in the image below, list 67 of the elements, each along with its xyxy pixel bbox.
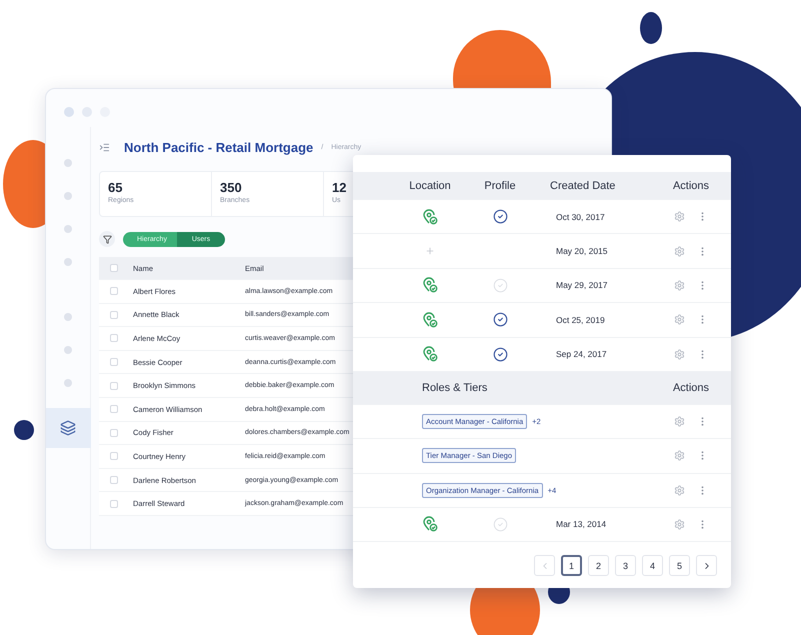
settings-icon[interactable]	[674, 416, 685, 428]
row-checkbox[interactable]	[110, 382, 118, 390]
row-checkbox[interactable]	[110, 310, 118, 319]
plus-icon	[425, 246, 435, 256]
check-circle-icon	[492, 312, 508, 328]
row-checkbox[interactable]	[110, 500, 118, 508]
row-checkbox[interactable]	[110, 334, 118, 342]
date-cell-text: May 20, 2015	[555, 246, 609, 256]
settings-icon[interactable]	[674, 450, 685, 462]
stat-value: 350	[220, 180, 243, 195]
row-checkbox[interactable]	[110, 287, 118, 296]
settings-icon[interactable]	[674, 280, 685, 291]
settings-icon[interactable]	[674, 246, 685, 257]
column-header: Actions	[672, 180, 710, 192]
filter-button[interactable]	[99, 231, 115, 247]
page-title: North Pacific - Retail Mortgage	[124, 140, 314, 154]
sidebar-dot[interactable]	[64, 159, 72, 167]
check-circle-icon	[492, 346, 508, 362]
row-checkbox[interactable]	[110, 428, 118, 437]
settings-icon[interactable]	[674, 518, 685, 530]
layers-icon	[60, 420, 76, 436]
column-header: Created Date	[549, 180, 616, 192]
sidebar-dot[interactable]	[64, 379, 72, 387]
date-cell-text: Oct 25, 2019	[555, 314, 606, 325]
page-button[interactable]: 2	[588, 555, 609, 576]
next-page-button[interactable]	[696, 555, 717, 576]
location-pin-check-icon	[422, 346, 438, 362]
sidebar-dot[interactable]	[64, 313, 72, 321]
menu-icon[interactable]	[99, 142, 110, 152]
settings-icon[interactable]	[674, 314, 685, 326]
location-pin-check-icon	[422, 312, 438, 328]
date-cell-text: Oct 30, 2017	[555, 212, 606, 222]
select-all-checkbox[interactable]	[110, 264, 118, 272]
location-pin-check-icon	[422, 516, 438, 532]
decorative-blob	[14, 420, 34, 440]
check-circle-icon	[492, 278, 508, 293]
date-cell-text: Mar 13, 2014	[555, 519, 608, 530]
column-header: Profile	[483, 180, 517, 192]
location-pin-check-icon	[422, 208, 438, 225]
sidebar-dot[interactable]	[64, 225, 72, 233]
check-circle-icon	[492, 209, 508, 224]
stat-value: 65	[108, 180, 124, 195]
page-button[interactable]: 3	[615, 555, 636, 576]
page-button[interactable]: 4	[642, 555, 663, 576]
page-button[interactable]: 1	[561, 555, 582, 576]
location-pin-check-icon	[422, 277, 438, 294]
settings-icon[interactable]	[674, 211, 685, 222]
column-header: Location	[408, 180, 452, 192]
date-cell-text: May 29, 2017	[555, 280, 609, 290]
row-checkbox[interactable]	[110, 476, 118, 484]
settings-icon[interactable]	[674, 484, 685, 496]
sidebar-dot[interactable]	[64, 258, 72, 266]
date-cell-text: Sep 24, 2017	[555, 349, 608, 360]
settings-icon[interactable]	[674, 348, 685, 360]
row-checkbox[interactable]	[110, 405, 118, 414]
column-header: Actions	[672, 382, 710, 394]
row-checkbox[interactable]	[110, 452, 118, 460]
sidebar-dot[interactable]	[64, 346, 72, 354]
page-button[interactable]: 5	[669, 555, 690, 576]
decorative-blob	[640, 12, 662, 44]
check-circle-icon	[492, 516, 508, 532]
filter-icon	[102, 234, 112, 244]
row-checkbox[interactable]	[110, 358, 118, 366]
window-dot	[64, 107, 74, 117]
sidebar-dot[interactable]	[64, 192, 72, 200]
sidebar-item[interactable]	[46, 408, 90, 448]
column-header: Roles & Tiers	[422, 382, 488, 394]
